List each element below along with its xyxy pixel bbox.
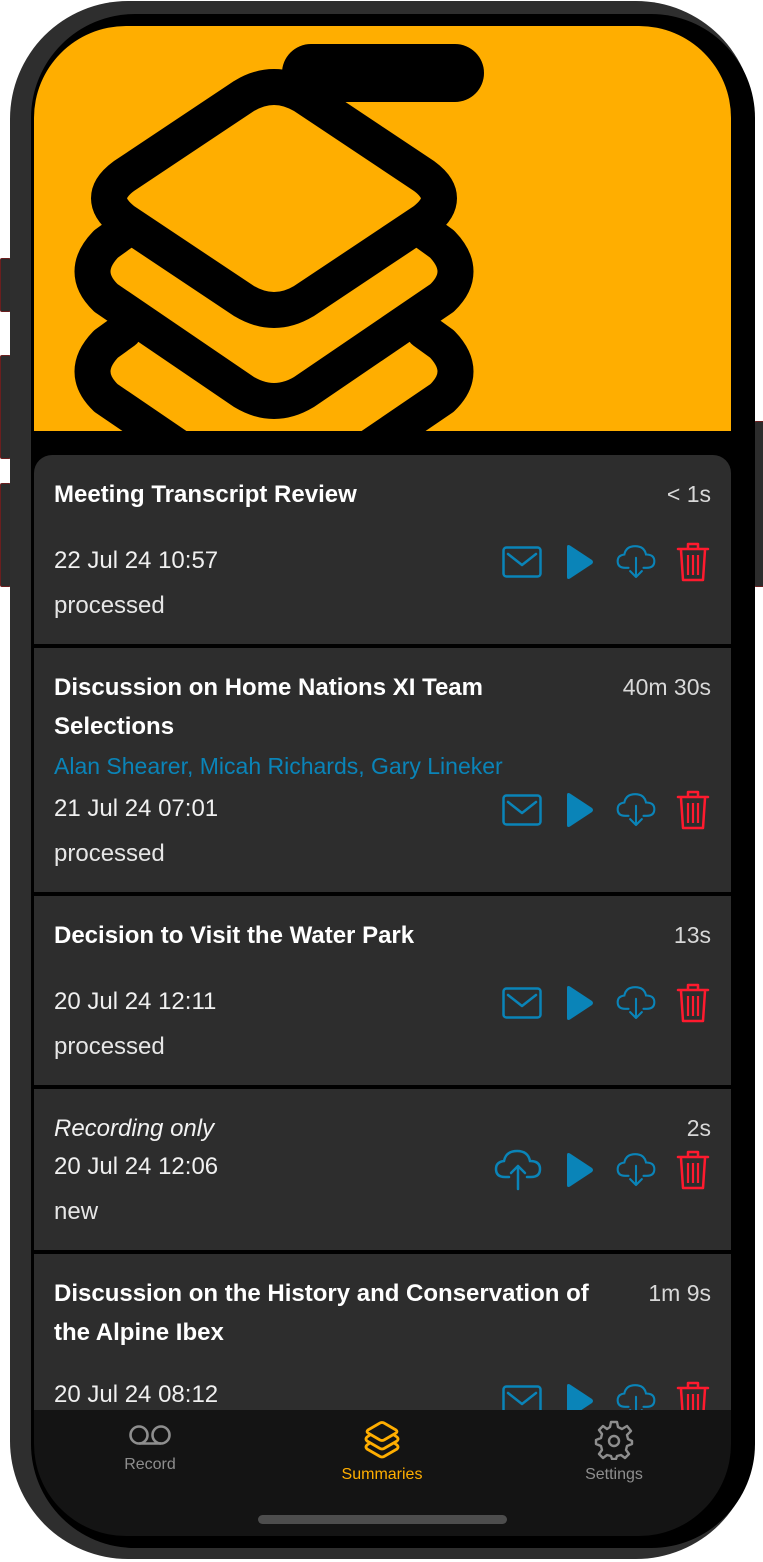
recording-date: 21 Jul 24 07:01 [54, 795, 219, 822]
email-icon [502, 1385, 542, 1410]
delete-button[interactable] [673, 539, 713, 585]
play-icon [567, 1384, 593, 1410]
power-button [754, 421, 763, 587]
trash-icon [676, 790, 710, 830]
download-button[interactable] [616, 787, 656, 833]
play-button[interactable] [559, 1378, 599, 1410]
email-button[interactable] [502, 787, 542, 833]
play-button[interactable] [559, 539, 599, 585]
email-button[interactable] [502, 539, 542, 585]
cloud-download-icon [616, 986, 656, 1020]
play-icon [567, 1153, 593, 1187]
recording-duration: 1m 9s [648, 1280, 711, 1306]
recording-title: Meeting Transcript Review [54, 481, 357, 508]
tab-label: Settings [585, 1466, 643, 1483]
trash-icon [676, 1381, 710, 1410]
tab-settings[interactable]: Settings [544, 1420, 684, 1484]
recording-title: Recording only [54, 1115, 215, 1142]
recording-date: 20 Jul 24 08:12 [54, 1381, 219, 1408]
recording-actions [502, 1378, 713, 1410]
email-button[interactable] [502, 1378, 542, 1410]
email-icon [502, 987, 542, 1019]
cloud-download-icon [616, 545, 656, 579]
recording-date: 22 Jul 24 10:57 [54, 547, 219, 574]
recordings-list[interactable]: Meeting Transcript Review < 1s 22 Jul 24… [34, 455, 731, 1410]
recording-status: processed [54, 592, 165, 619]
trash-icon [676, 983, 710, 1023]
cloud-download-icon [616, 1153, 656, 1187]
cloud-download-icon [616, 793, 656, 827]
trash-icon [676, 542, 710, 582]
app-logo-banner [34, 26, 731, 431]
download-button[interactable] [616, 1378, 656, 1410]
download-button[interactable] [616, 1147, 656, 1193]
delete-button[interactable] [673, 980, 713, 1026]
play-button[interactable] [559, 980, 599, 1026]
cloud-upload-icon [494, 1149, 542, 1191]
email-icon [502, 794, 542, 826]
recording-card[interactable]: Recording only 2s 20 Jul 24 12:06 new [34, 1089, 731, 1250]
recording-title: Decision to Visit the Water Park [54, 922, 415, 949]
home-indicator[interactable] [258, 1515, 507, 1524]
stacked-layers-icon [364, 1421, 400, 1459]
download-button[interactable] [616, 539, 656, 585]
recording-card[interactable]: Discussion on Home Nations XI Team Selec… [34, 648, 731, 892]
recording-actions [494, 1147, 713, 1193]
recording-duration: 2s [686, 1115, 711, 1141]
recording-duration: 40m 30s [622, 674, 711, 700]
tab-label: Record [124, 1456, 176, 1473]
recording-actions [502, 787, 713, 833]
app-screen: Meeting Transcript Review < 1s 22 Jul 24… [34, 26, 731, 1536]
tab-bar: Record Summaries Settings [34, 1410, 731, 1536]
play-button[interactable] [559, 1147, 599, 1193]
recording-status: new [54, 1198, 99, 1225]
recording-card[interactable]: Decision to Visit the Water Park 13s 20 … [34, 896, 731, 1085]
recording-status: processed [54, 1033, 165, 1060]
recording-date: 20 Jul 24 12:06 [54, 1153, 219, 1180]
recording-speakers[interactable]: Alan Shearer, Micah Richards, Gary Linek… [54, 748, 503, 784]
play-icon [567, 545, 593, 579]
recording-date: 20 Jul 24 12:11 [54, 988, 217, 1015]
recording-actions [502, 539, 713, 585]
delete-button[interactable] [673, 1147, 713, 1193]
play-icon [567, 793, 593, 827]
tab-summaries[interactable]: Summaries [312, 1420, 452, 1484]
voicemail-icon [129, 1425, 171, 1445]
recording-title: Discussion on the History and Conservati… [54, 1280, 589, 1346]
download-button[interactable] [616, 980, 656, 1026]
recording-card[interactable]: Discussion on the History and Conservati… [34, 1254, 731, 1410]
recording-duration: 13s [673, 922, 711, 948]
dynamic-island [282, 44, 484, 102]
tab-record[interactable]: Record [80, 1420, 220, 1474]
gear-icon [594, 1420, 634, 1460]
recording-duration: < 1s [666, 481, 711, 507]
cloud-download-icon [616, 1384, 656, 1410]
trash-icon [676, 1150, 710, 1190]
tab-label: Summaries [341, 1466, 423, 1483]
upload-button[interactable] [494, 1147, 542, 1193]
email-button[interactable] [502, 980, 542, 1026]
recording-title: Discussion on Home Nations XI Team Selec… [54, 674, 483, 740]
play-icon [567, 986, 593, 1020]
delete-button[interactable] [673, 787, 713, 833]
recording-actions [502, 980, 713, 1026]
delete-button[interactable] [673, 1378, 713, 1410]
play-button[interactable] [559, 787, 599, 833]
email-icon [502, 546, 542, 578]
recording-card[interactable]: Meeting Transcript Review < 1s 22 Jul 24… [34, 455, 731, 644]
recording-status: processed [54, 840, 165, 867]
